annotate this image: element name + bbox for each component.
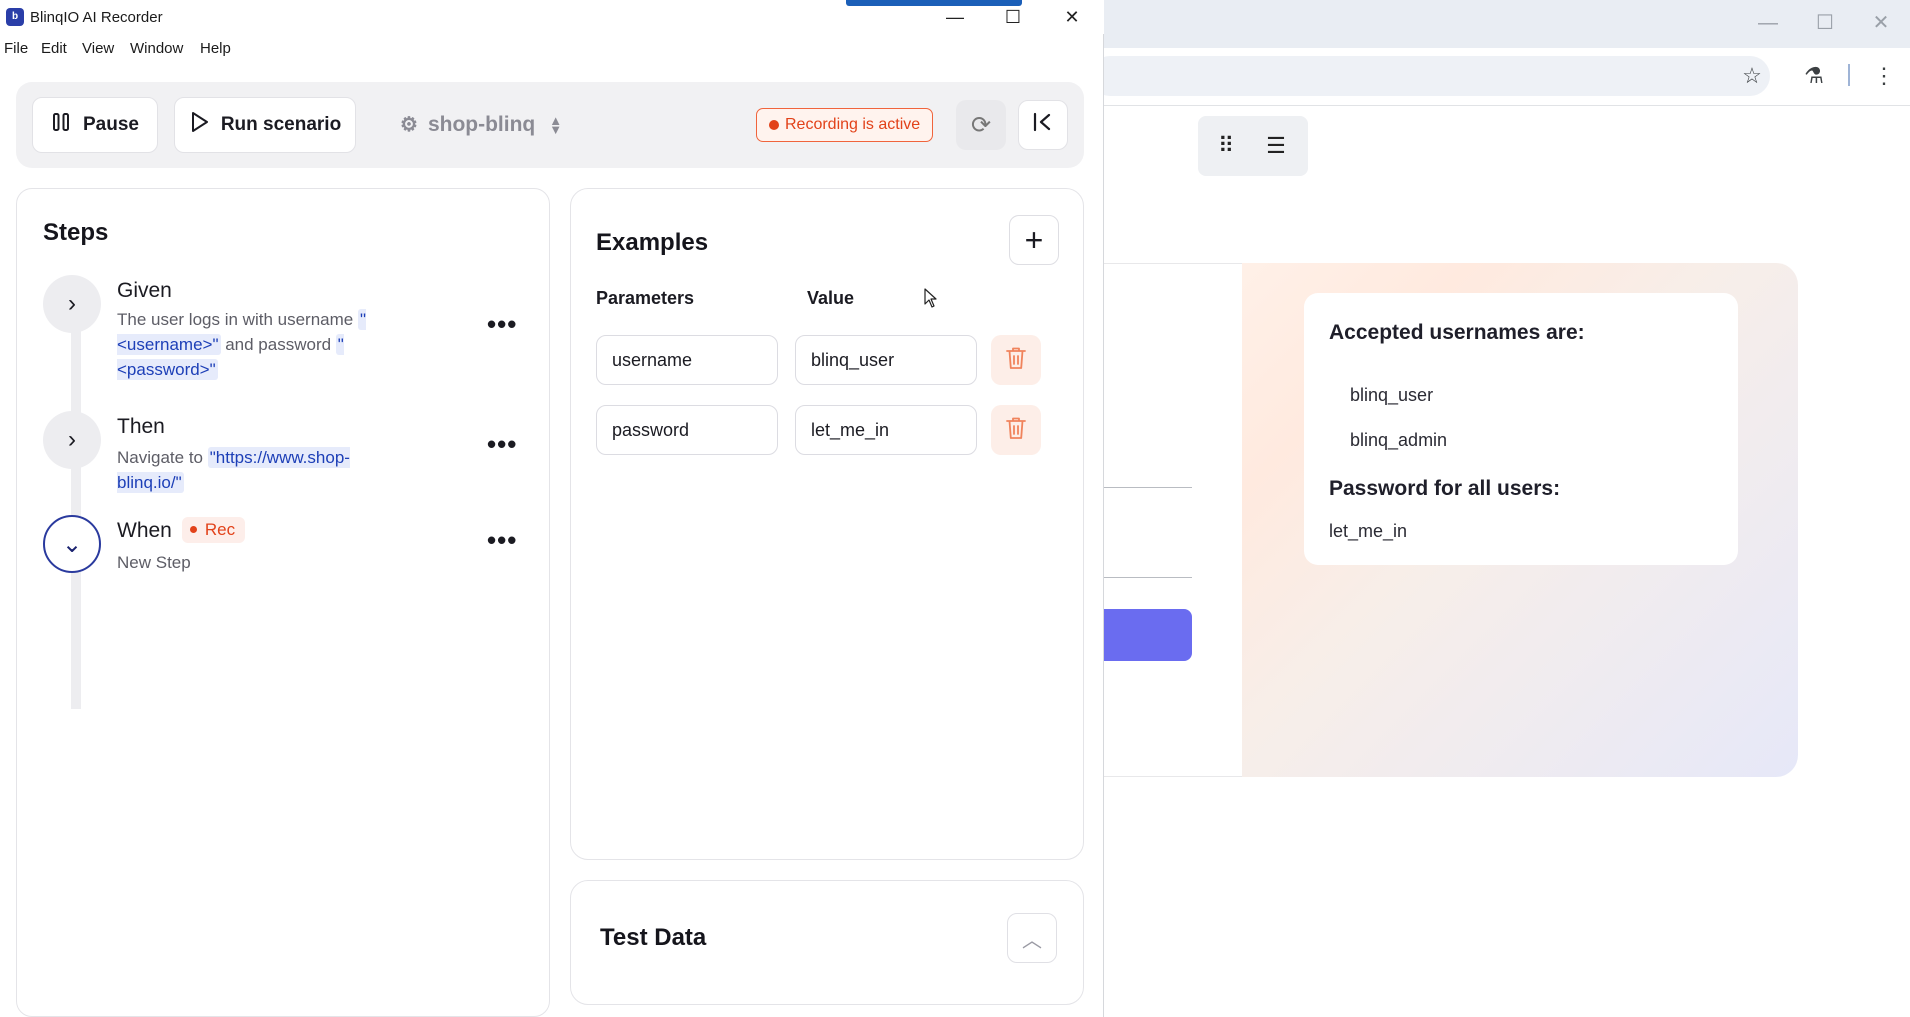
parameter-name-input[interactable]: password: [596, 405, 778, 455]
delete-parameter-button[interactable]: [991, 335, 1041, 385]
project-selector[interactable]: ⚙ shop-blinq ▲ ▼: [400, 112, 562, 137]
recorder-toolbar: Pause Run scenario ⚙ shop-blinq ▲ ▼ Recor…: [16, 82, 1084, 168]
step-keyword: When Rec: [117, 517, 246, 543]
test-data-title: Test Data: [600, 924, 707, 951]
username-input-underline[interactable]: [1100, 487, 1192, 488]
plus-icon: +: [1024, 221, 1044, 258]
parameter-value-input[interactable]: blinq_user: [795, 335, 977, 385]
app-title: BlinqIO AI Recorder: [30, 9, 163, 26]
project-icon: ⚙: [400, 114, 418, 136]
menu-edit[interactable]: Edit: [41, 40, 67, 57]
menu-window[interactable]: Window: [130, 40, 183, 57]
play-icon: [189, 111, 209, 139]
toolbar-divider: [1848, 64, 1850, 86]
refresh-button[interactable]: ⟳: [956, 100, 1006, 150]
menu-view[interactable]: View: [82, 40, 114, 57]
pause-icon: [51, 112, 71, 138]
password-value: let_me_in: [1329, 521, 1408, 541]
step-expand-button[interactable]: ›: [43, 411, 101, 469]
trash-icon: [1005, 346, 1027, 375]
menu-file[interactable]: File: [4, 40, 28, 57]
steps-title: Steps: [43, 219, 109, 246]
value-column-header: Value: [807, 288, 855, 308]
pause-label: Pause: [83, 114, 139, 135]
password-title: Password for all users:: [1329, 477, 1561, 500]
browser-minimize-icon[interactable]: —: [1755, 10, 1781, 36]
test-data-panel: Test Data ︿: [570, 880, 1084, 1005]
browser-maximize-icon[interactable]: ☐: [1812, 10, 1838, 36]
project-name: shop-blinq: [427, 112, 536, 136]
recording-status-text: Recording is active: [785, 116, 921, 133]
app-titlebar: b BlinqIO AI Recorder — ☐ ✕: [0, 0, 1104, 34]
steps-panel: Steps › Given The user logs in with user…: [16, 188, 550, 1017]
updown-chevron-icon: ▲ ▼: [549, 112, 563, 137]
recording-status-badge: Recording is active: [756, 108, 934, 142]
parameter-value-input[interactable]: let_me_in: [795, 405, 977, 455]
menu-bar: File Edit View Window Help: [0, 36, 1104, 62]
rec-badge-text: Rec: [204, 520, 236, 539]
recorder-window: b BlinqIO AI Recorder — ☐ ✕ File Edit Vi…: [0, 0, 1104, 1017]
browser-close-icon[interactable]: ✕: [1868, 10, 1894, 36]
bookmark-star-icon[interactable]: ☆: [1736, 60, 1768, 92]
maximize-icon[interactable]: ☐: [996, 4, 1030, 30]
step-keyword-text: When: [117, 519, 172, 542]
step-collapse-button[interactable]: ⌄: [43, 515, 101, 573]
step-more-options-icon[interactable]: •••: [487, 309, 517, 340]
chevron-right-icon: ›: [68, 426, 76, 453]
step-text-part: and password: [220, 335, 336, 354]
app-logo-icon: b: [6, 8, 24, 26]
labs-flask-icon[interactable]: ⚗: [1798, 60, 1830, 92]
collapse-left-icon: [1032, 112, 1054, 138]
add-example-button[interactable]: +: [1009, 215, 1059, 265]
step-keyword: Then: [117, 415, 165, 438]
parameter-name-input[interactable]: username: [596, 335, 778, 385]
chevron-right-icon: ›: [68, 290, 76, 317]
username-list-item: blinq_user: [1350, 385, 1434, 405]
minimize-icon[interactable]: —: [938, 4, 972, 30]
drag-handle-icon[interactable]: ⠿: [1210, 130, 1242, 162]
accepted-usernames-title: Accepted usernames are:: [1329, 321, 1585, 344]
step-text[interactable]: The user logs in with username "<usernam…: [117, 307, 407, 382]
chevron-down-icon: ⌄: [61, 530, 83, 558]
refresh-icon: ⟳: [970, 111, 992, 139]
password-input-underline[interactable]: [1100, 577, 1192, 578]
recording-dot-icon: [769, 120, 779, 130]
step-text[interactable]: New Step: [117, 550, 407, 575]
run-scenario-label: Run scenario: [220, 114, 342, 135]
mouse-cursor-icon: [924, 288, 937, 308]
filter-cursor-icon[interactable]: ☰: [1260, 130, 1292, 162]
run-scenario-button[interactable]: Run scenario: [174, 97, 356, 153]
close-icon[interactable]: ✕: [1055, 4, 1089, 30]
examples-panel: Examples + Parameters Value username bli…: [570, 188, 1084, 860]
step-text-part: The user logs in with username: [117, 310, 358, 329]
step-text-part: Navigate to: [117, 448, 208, 467]
steps-timeline: [71, 309, 81, 709]
step-text[interactable]: Navigate to "https://www.shop-blinq.io/": [117, 445, 407, 495]
credentials-info-box: Accepted usernames are: blinq_user blinq…: [1304, 293, 1738, 565]
trash-icon: [1005, 416, 1027, 445]
step-expand-button[interactable]: ›: [43, 275, 101, 333]
step-more-options-icon[interactable]: •••: [487, 525, 517, 556]
pause-button[interactable]: Pause: [32, 97, 158, 153]
chevron-up-icon: ︿: [1022, 929, 1042, 952]
menu-help[interactable]: Help: [200, 40, 231, 57]
test-data-toggle-button[interactable]: ︿: [1007, 913, 1057, 963]
step-keyword: Given: [117, 279, 172, 302]
parameters-column-header: Parameters: [596, 288, 695, 308]
collapse-panel-button[interactable]: [1018, 100, 1068, 150]
delete-parameter-button[interactable]: [991, 405, 1041, 455]
browser-menu-icon[interactable]: ⋮: [1868, 60, 1900, 92]
step-more-options-icon[interactable]: •••: [487, 429, 517, 460]
recorder-floating-toolbar: ⠿ ☰: [1198, 116, 1308, 176]
rec-dot-icon: [189, 526, 197, 533]
username-list-item: blinq_admin: [1350, 430, 1448, 450]
rec-badge: Rec: [181, 517, 246, 543]
examples-title: Examples: [596, 229, 709, 256]
login-button[interactable]: [1100, 609, 1192, 661]
address-bar[interactable]: [1090, 56, 1770, 96]
